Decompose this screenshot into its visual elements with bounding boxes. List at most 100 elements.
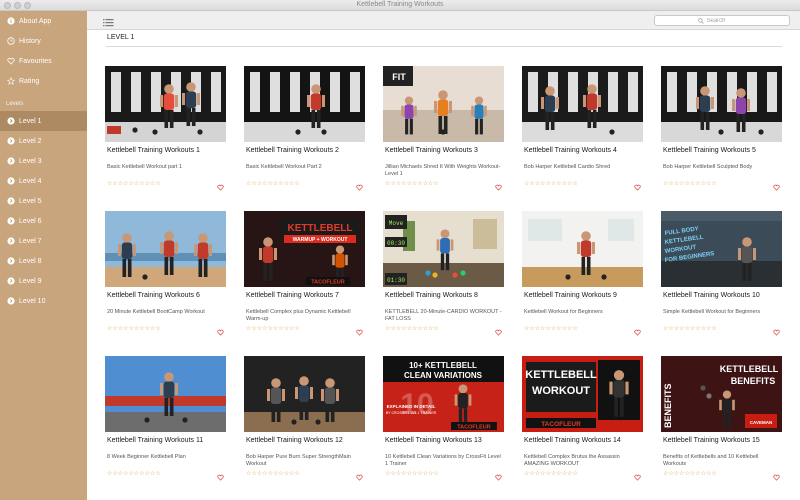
sidebar-item-history[interactable]: History [0, 31, 87, 51]
video-title: Kettlebell Training Workouts 3 [385, 147, 478, 154]
video-card[interactable]: KETTLEBELL BENEFITS BENEFITS CAVEMAN Kettleb… [661, 356, 782, 481]
video-thumbnail[interactable] [522, 66, 643, 142]
video-title: Kettlebell Training Workouts 4 [524, 147, 617, 154]
favourite-heart-icon[interactable] [356, 323, 363, 336]
favourite-heart-icon[interactable] [495, 178, 502, 191]
video-description: Bob Harper Pure Burn Super StrengthMain … [246, 454, 351, 467]
video-description: Simple Kettlebell Workout for Beginners [663, 309, 761, 315]
sidebar-item-label: Level 10 [19, 297, 46, 305]
video-thumbnail[interactable]: FULL BODY KETTLEBELL WORKOUT FOR BEGINNERS [661, 211, 782, 287]
video-card[interactable]: Kettlebell Training Workouts 11 8 Week Be… [105, 356, 226, 481]
rating-stars[interactable]: ☆☆☆☆☆☆☆☆☆☆ [385, 470, 439, 477]
video-card[interactable]: Kettlebell Training Workouts 6 20 Minute … [105, 211, 226, 336]
sidebar-item-level-6[interactable]: Level 6 [0, 211, 87, 231]
heart-icon [6, 57, 15, 66]
rating-stars[interactable]: ☆☆☆☆☆☆☆☆☆☆ [524, 180, 578, 187]
favourite-heart-icon[interactable] [217, 468, 224, 481]
sidebar-item-level-8[interactable]: Level 8 [0, 251, 87, 271]
video-description: KETTLEBELL 20-Minute-CARDIO WORKOUT - FA… [385, 309, 502, 322]
rating-stars[interactable]: ☆☆☆☆☆☆☆☆☆☆ [385, 180, 439, 187]
favourite-heart-icon[interactable] [773, 323, 780, 336]
video-card[interactable]: Kettlebell Training Workouts 9 Kettlebell… [522, 211, 643, 336]
video-card[interactable]: Kettlebell Training Workouts 2 Basic Kett… [244, 66, 365, 191]
video-card[interactable]: Move 00:30 01:30 Kettlebell Training Workou… [383, 211, 504, 336]
video-thumbnail[interactable]: KETTLEBELL WORKOUT TACOFLEUR [522, 356, 643, 432]
video-card[interactable]: FULL BODY KETTLEBELL WORKOUT FOR BEGINNERS K… [661, 211, 782, 336]
sidebar-item-label: Level 6 [19, 217, 42, 225]
sidebar-item-level-7[interactable]: Level 7 [0, 231, 87, 251]
rating-stars[interactable]: ☆☆☆☆☆☆☆☆☆☆ [663, 325, 717, 332]
favourite-heart-icon[interactable] [634, 468, 641, 481]
sidebar-item-level-4[interactable]: Level 4 [0, 171, 87, 191]
favourite-heart-icon[interactable] [356, 468, 363, 481]
star-icon [6, 77, 15, 86]
svg-text:KETTLEBELL: KETTLEBELL [525, 369, 597, 381]
rating-stars[interactable]: ☆☆☆☆☆☆☆☆☆☆ [246, 325, 300, 332]
video-thumbnail[interactable] [105, 66, 226, 142]
list-icon[interactable] [103, 15, 114, 27]
sidebar-item-label: Level 2 [19, 137, 42, 145]
sidebar-item-favourites[interactable]: Favourites [0, 51, 87, 71]
sidebar-item-level-2[interactable]: Level 2 [0, 131, 87, 151]
svg-text:TACOFLEUR: TACOFLEUR [457, 425, 491, 431]
rating-stars[interactable]: ☆☆☆☆☆☆☆☆☆☆ [385, 325, 439, 332]
rating-stars[interactable]: ☆☆☆☆☆☆☆☆☆☆ [663, 470, 717, 477]
video-card[interactable]: KETTLEBELL WORKOUT TACOFLEUR Kettlebell Tra… [522, 356, 643, 481]
favourite-heart-icon[interactable] [773, 468, 780, 481]
title-bar: Kettlebell Training Workouts [0, 0, 800, 11]
levels-section-label: Levels [6, 101, 24, 107]
video-card[interactable]: Kettlebell Training Workouts 12 Bob Harpe… [244, 356, 365, 481]
sidebar-item-level-10[interactable]: Level 10 [0, 291, 87, 311]
rating-stars[interactable]: ☆☆☆☆☆☆☆☆☆☆ [107, 325, 161, 332]
chevron-right-circle-icon [6, 117, 15, 126]
favourite-heart-icon[interactable] [773, 178, 780, 191]
rating-stars[interactable]: ☆☆☆☆☆☆☆☆☆☆ [524, 470, 578, 477]
favourite-heart-icon[interactable] [217, 178, 224, 191]
rating-stars[interactable]: ☆☆☆☆☆☆☆☆☆☆ [107, 470, 161, 477]
video-card[interactable]: KETTLEBELL WARMUP + WORKOUT TACOFLEUR Kettl… [244, 211, 365, 336]
video-thumbnail[interactable] [105, 211, 226, 287]
favourite-heart-icon[interactable] [356, 178, 363, 191]
rating-stars[interactable]: ☆☆☆☆☆☆☆☆☆☆ [246, 470, 300, 477]
sidebar-item-level-9[interactable]: Level 9 [0, 271, 87, 291]
svg-text:KETTLEBELL: KETTLEBELL [288, 223, 353, 234]
favourite-heart-icon[interactable] [217, 323, 224, 336]
video-thumbnail[interactable]: KETTLEBELL BENEFITS BENEFITS CAVEMAN [661, 356, 782, 432]
video-card[interactable]: Kettlebell Training Workouts 1 Basic Kett… [105, 66, 226, 191]
video-thumbnail[interactable] [244, 66, 365, 142]
sidebar-item-about-app[interactable]: About App [0, 11, 87, 31]
rating-stars[interactable]: ☆☆☆☆☆☆☆☆☆☆ [246, 180, 300, 187]
favourite-heart-icon[interactable] [634, 178, 641, 191]
rating-stars[interactable]: ☆☆☆☆☆☆☆☆☆☆ [107, 180, 161, 187]
sidebar-item-level-5[interactable]: Level 5 [0, 191, 87, 211]
video-thumbnail[interactable]: 10+ KETTLEBELL CLEAN VARIATIONS 10 EXPLAINE… [383, 356, 504, 432]
svg-text:01:30: 01:30 [387, 277, 405, 284]
sidebar-item-rating[interactable]: Rating [0, 71, 87, 91]
video-card[interactable]: 10+ KETTLEBELL CLEAN VARIATIONS 10 EXPLAINE… [383, 356, 504, 481]
video-thumbnail[interactable] [522, 211, 643, 287]
search-input[interactable] [706, 17, 747, 24]
video-thumbnail[interactable] [244, 356, 365, 432]
video-thumbnail[interactable] [661, 66, 782, 142]
toolbar [87, 11, 800, 30]
video-card[interactable]: FIT Kettlebell Training Workouts 3 Jillian… [383, 66, 504, 191]
video-thumbnail[interactable] [105, 356, 226, 432]
rating-stars[interactable]: ☆☆☆☆☆☆☆☆☆☆ [663, 180, 717, 187]
video-thumbnail[interactable]: KETTLEBELL WARMUP + WORKOUT TACOFLEUR [244, 211, 365, 287]
video-card[interactable]: Kettlebell Training Workouts 5 Bob Harper… [661, 66, 782, 191]
sidebar-item-level-1[interactable]: Level 1 [0, 111, 87, 131]
favourite-heart-icon[interactable] [495, 323, 502, 336]
search-field[interactable] [654, 15, 790, 26]
favourite-heart-icon[interactable] [495, 468, 502, 481]
video-thumbnail[interactable]: FIT [383, 66, 504, 142]
rating-stars[interactable]: ☆☆☆☆☆☆☆☆☆☆ [524, 325, 578, 332]
sidebar-item-level-3[interactable]: Level 3 [0, 151, 87, 171]
video-title: Kettlebell Training Workouts 6 [107, 292, 200, 299]
sidebar-item-label: Level 9 [19, 277, 42, 285]
favourite-heart-icon[interactable] [634, 323, 641, 336]
sidebar-item-label: Rating [19, 77, 40, 85]
svg-text:CAVEMAN: CAVEMAN [750, 420, 772, 425]
video-title: Kettlebell Training Workouts 8 [385, 292, 478, 299]
video-card[interactable]: Kettlebell Training Workouts 4 Bob Harper… [522, 66, 643, 191]
video-thumbnail[interactable]: Move 00:30 01:30 [383, 211, 504, 287]
